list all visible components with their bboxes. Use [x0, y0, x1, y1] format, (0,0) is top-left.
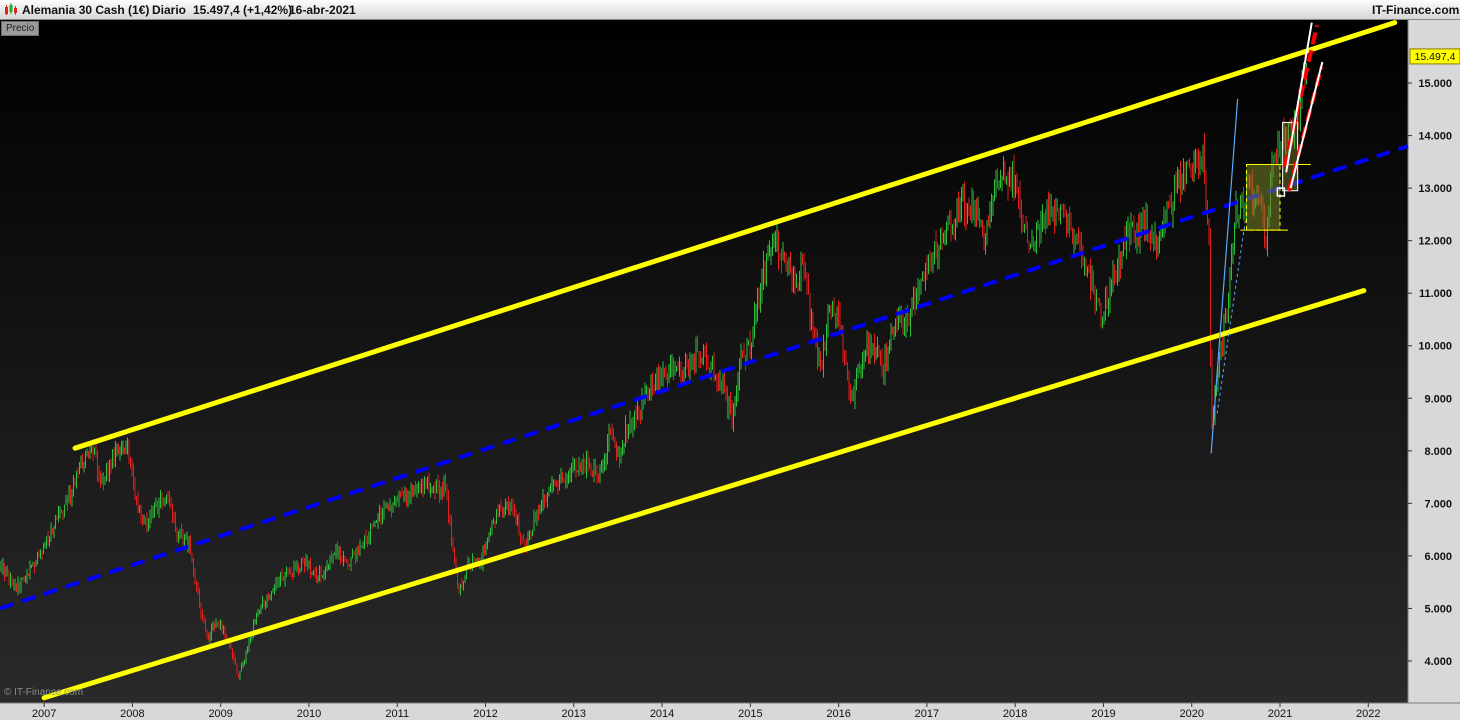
y-tick-label: 13.000 [1418, 183, 1452, 195]
quote-date: 16-abr-2021 [289, 3, 356, 17]
y-tick-label: 11.000 [1419, 288, 1452, 300]
y-tick-label: 7.000 [1424, 498, 1452, 510]
candlestick-logo-icon [5, 3, 17, 15]
y-tick-label: 15.000 [1418, 78, 1452, 90]
x-tick-label: 2017 [915, 708, 939, 720]
x-tick-label: 2019 [1091, 708, 1115, 720]
y-tick-label: 9.000 [1424, 393, 1452, 405]
watermark: © IT-Finance.com [4, 687, 84, 698]
y-tick-label: 8.000 [1424, 446, 1452, 458]
x-tick-label: 2014 [650, 708, 674, 720]
x-tick-label: 2016 [826, 708, 850, 720]
y-tick-label: 10.000 [1418, 341, 1452, 353]
x-tick-label: 2010 [297, 708, 321, 720]
x-tick-label: 2018 [1003, 708, 1027, 720]
last-price-label: 15.497,4 [1415, 51, 1456, 63]
last-quote: 15.497,4 (+1,42%) [193, 3, 293, 17]
y-tick-label: 12.000 [1418, 236, 1452, 248]
y-tick-label: 6.000 [1424, 551, 1452, 563]
y-tick-label: 5.000 [1424, 603, 1452, 615]
consolidation-box [1245, 163, 1281, 231]
instrument-name: Alemania 30 Cash (1€) [22, 3, 150, 17]
timeframe-label: Diario [152, 3, 187, 17]
y-tick-label: 14.000 [1418, 131, 1452, 143]
x-tick-label: 2009 [208, 708, 232, 720]
price-axis-panel [1408, 20, 1460, 703]
panel-label: Precio [1, 21, 40, 36]
x-tick-label: 2015 [738, 708, 762, 720]
price-chart: 4.000 5.000 6.000 7.000 8.000 9.000 10.000 11.0… [0, 20, 1460, 720]
title-bar: Alemania 30 Cash (1€) Diario 15.497,4 (+… [0, 0, 1460, 20]
plot-background [0, 20, 1408, 703]
chart-root: 4.000 5.000 6.000 7.000 8.000 9.000 10.000 11.0… [0, 0, 1460, 720]
x-tick-label: 2012 [473, 708, 497, 720]
x-tick-label: 2008 [120, 708, 144, 720]
x-tick-label: 2013 [562, 708, 586, 720]
x-tick-label: 2011 [385, 708, 409, 720]
x-tick-label: 2021 [1268, 708, 1292, 720]
y-tick-label: 4.000 [1424, 656, 1452, 668]
x-tick-label: 2007 [32, 708, 56, 720]
x-tick-label: 2020 [1179, 708, 1203, 720]
x-tick-label: 2022 [1356, 708, 1380, 720]
brand-label: IT-Finance.com [1372, 3, 1460, 17]
